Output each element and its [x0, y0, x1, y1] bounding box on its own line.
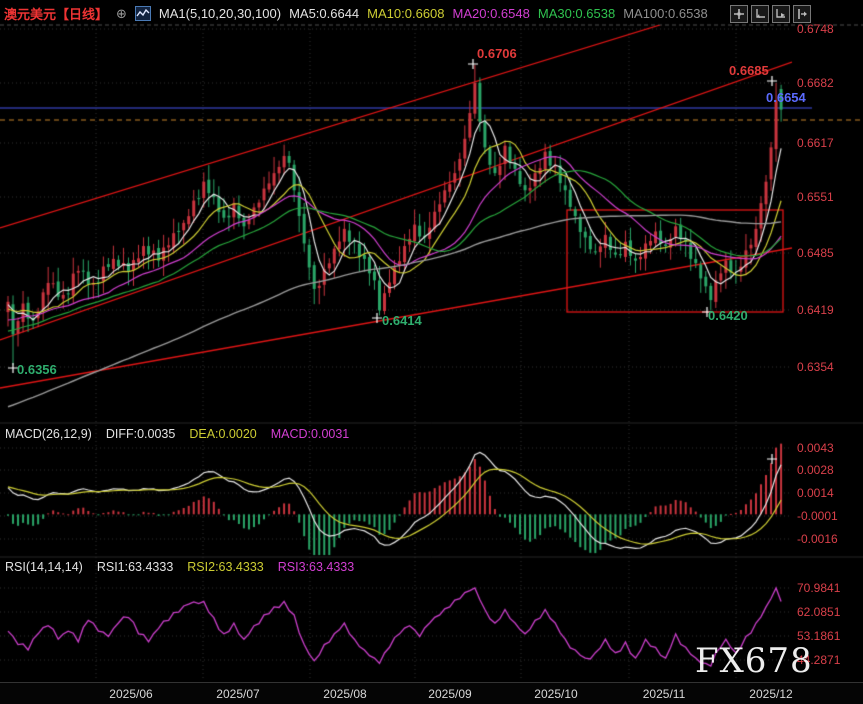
rsi-params-label: RSI(14,14,14): [5, 560, 83, 574]
price-tick: 0.6748: [797, 22, 834, 36]
header-bar: 澳元美元【日线】 ⊕ MA1(5,10,20,30,100) MA5:0.664…: [4, 4, 708, 23]
ma5-value: MA5:0.6644: [289, 6, 359, 21]
fx678-watermark: FX678: [695, 641, 813, 681]
ma10-value: MA10:0.6608: [367, 6, 444, 21]
rsi1-value: RSI1:63.4333: [97, 560, 173, 574]
macd-tick: 0.0014: [797, 486, 834, 500]
macd-hist-value: MACD:0.0031: [271, 427, 350, 441]
price-tick: 0.6419: [797, 303, 834, 317]
macd-tick: 0.0028: [797, 463, 834, 477]
ma-settings-label[interactable]: MA1(5,10,20,30,100): [159, 6, 281, 21]
month-label: 2025/11: [636, 687, 692, 701]
axis-scale-right-icon[interactable]: [772, 5, 790, 23]
resistance-price-label: 0.6685: [729, 64, 769, 78]
price-tick: 0.6485: [797, 246, 834, 260]
current-price-tag: 0.6654: [766, 91, 806, 105]
axis-scale-left-icon[interactable]: [751, 5, 769, 23]
high-price-label: 0.6706: [477, 47, 517, 61]
chart-toolbar: [730, 5, 811, 23]
rsi-header: RSI(14,14,14) RSI1:63.4333 RSI2:63.4333 …: [5, 560, 354, 574]
expand-icon[interactable]: ⊕: [116, 6, 127, 22]
month-label: 2025/10: [528, 687, 584, 701]
time-axis: 2025/06 2025/07 2025/08 2025/09 2025/10 …: [0, 682, 863, 704]
chart-canvas[interactable]: [0, 0, 863, 704]
chart-window: 澳元美元【日线】 ⊕ MA1(5,10,20,30,100) MA5:0.664…: [0, 0, 863, 704]
macd-header: MACD(26,12,9) DIFF:0.0035 DEA:0.0020 MAC…: [5, 427, 349, 441]
month-label: 2025/06: [103, 687, 159, 701]
ma100-value: MA100:0.6538: [623, 6, 708, 21]
month-label: 2025/12: [743, 687, 799, 701]
price-tick: 0.6617: [797, 136, 834, 150]
macd-tick: -0.0001: [797, 509, 838, 523]
rsi-tick: 62.0851: [797, 605, 840, 619]
macd-tick: 0.0043: [797, 441, 834, 455]
shift-right-icon[interactable]: [793, 5, 811, 23]
crosshair-icon[interactable]: [730, 5, 748, 23]
ma30-value: MA30:0.6538: [538, 6, 615, 21]
ma20-value: MA20:0.6548: [453, 6, 530, 21]
price-tick: 0.6354: [797, 360, 834, 374]
macd-tick: -0.0016: [797, 532, 838, 546]
month-label: 2025/08: [317, 687, 373, 701]
month-label: 2025/07: [210, 687, 266, 701]
price-tick: 0.6551: [797, 190, 834, 204]
symbol-title: 澳元美元【日线】: [4, 4, 108, 23]
macd-diff-value: DIFF:0.0035: [106, 427, 175, 441]
rsi2-value: RSI2:63.4333: [187, 560, 263, 574]
macd-params-label: MACD(26,12,9): [5, 427, 92, 441]
chart-type-icon[interactable]: [135, 6, 151, 21]
price-tick: 0.6682: [797, 76, 834, 90]
month-label: 2025/09: [422, 687, 478, 701]
low-price-label: 0.6420: [708, 309, 748, 323]
low-price-label: 0.6414: [382, 314, 422, 328]
macd-dea-value: DEA:0.0020: [189, 427, 256, 441]
rsi3-value: RSI3:63.4333: [278, 560, 354, 574]
rsi-tick: 70.9841: [797, 581, 840, 595]
low-price-label: 0.6356: [17, 363, 57, 377]
